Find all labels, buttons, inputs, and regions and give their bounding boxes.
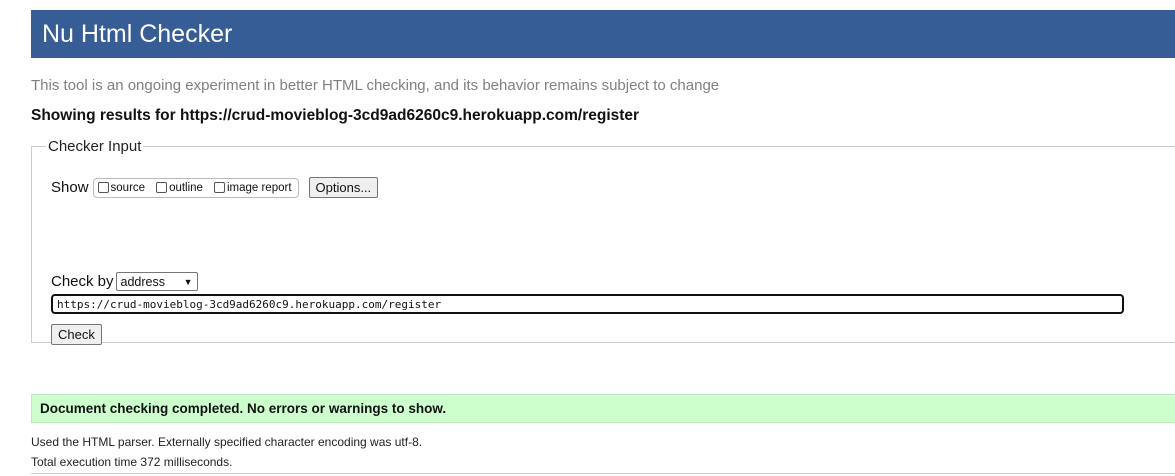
image-report-option-label: image report: [226, 181, 292, 194]
source-checkbox[interactable]: [97, 182, 109, 193]
checker-input-legend: Checker Input: [48, 138, 142, 155]
url-input[interactable]: [51, 294, 1124, 314]
check-button[interactable]: Check: [51, 324, 102, 345]
check-by-label: Check by: [51, 273, 114, 290]
results-heading: Showing results for https://crud-moviebl…: [31, 107, 640, 124]
parser-info: Used the HTML parser. Externally specifi…: [31, 435, 423, 449]
image-report-option[interactable]: image report: [213, 181, 292, 194]
check-by-selected-value: address: [120, 274, 166, 289]
details: Used the HTML parser. Externally specifi…: [31, 432, 422, 472]
options-button[interactable]: Options...: [308, 177, 379, 198]
app-title: Nu Html Checker: [42, 20, 233, 48]
source-option-label: source: [110, 181, 146, 194]
outline-option[interactable]: outline: [156, 182, 203, 194]
app-header: Nu Html Checker: [31, 10, 1175, 58]
source-option[interactable]: source: [97, 181, 146, 194]
outline-checkbox[interactable]: [156, 182, 168, 193]
tagline: This tool is an ongoing experiment in be…: [31, 77, 720, 94]
checker-input-fieldset: Checker Input Show source outline image …: [31, 138, 1175, 345]
show-options-row: Show source outline image report Options…: [51, 177, 379, 198]
show-options-group: source outline image report: [92, 177, 299, 198]
execution-time: Total execution time 372 milliseconds.: [31, 455, 233, 469]
show-label: Show: [51, 179, 89, 196]
success-message: Document checking completed. No errors o…: [31, 394, 1175, 423]
check-by-row: Check by address ▼: [51, 272, 198, 291]
check-by-select[interactable]: address ▼: [115, 272, 198, 291]
divider: [31, 473, 1175, 474]
chevron-down-icon: ▼: [183, 276, 193, 287]
image-report-checkbox[interactable]: [213, 182, 225, 193]
outline-option-label: outline: [169, 181, 203, 194]
